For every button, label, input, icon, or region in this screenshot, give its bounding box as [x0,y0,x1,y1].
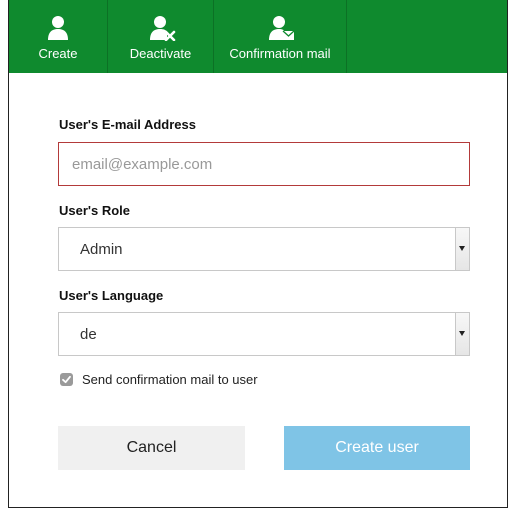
user-mail-icon [269,15,295,41]
create-tab-label: Create [38,46,78,61]
chevron-down-icon [455,228,469,270]
confirmation-mail-tab[interactable]: Confirmation mail [214,0,347,73]
toolbar: Create Deactivate Confirmation mail [9,0,507,73]
checkmark-icon [62,375,71,384]
send-mail-label: Send confirmation mail to user [82,372,258,387]
confirmation-mail-tab-label: Confirmation mail [229,46,331,61]
role-label: User's Role [59,203,131,218]
send-mail-checkbox[interactable] [60,373,73,386]
user-deactivate-icon [149,15,175,42]
user-icon [47,15,69,41]
cancel-button[interactable]: Cancel [58,426,245,470]
language-label: User's Language [59,288,164,303]
create-user-dialog: Create Deactivate Confirmation mail User… [8,0,508,508]
role-select[interactable]: Admin [58,227,470,271]
deactivate-tab-label: Deactivate [129,46,192,61]
role-select-value: Admin [80,241,123,258]
chevron-down-icon [455,313,469,355]
create-tab[interactable]: Create [9,0,108,73]
deactivate-tab[interactable]: Deactivate [108,0,214,73]
language-select-value: de [80,326,97,343]
email-label: User's E-mail Address [59,117,197,132]
create-user-button[interactable]: Create user [284,426,470,470]
email-field[interactable] [58,142,470,186]
language-select[interactable]: de [58,312,470,356]
